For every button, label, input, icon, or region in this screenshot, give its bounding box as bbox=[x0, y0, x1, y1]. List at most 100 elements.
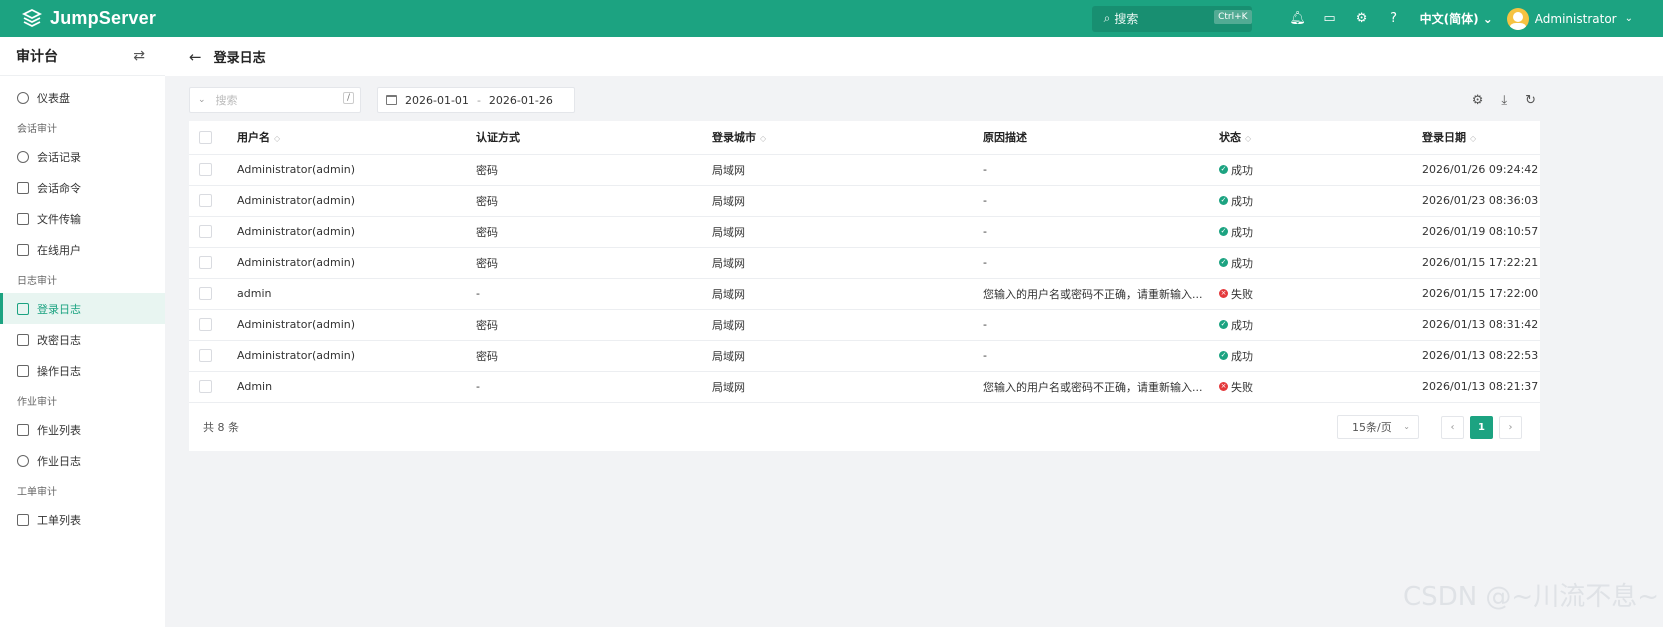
sidebar-item-label: 仪表盘 bbox=[37, 91, 70, 105]
column-label: 状态 bbox=[1219, 131, 1241, 145]
sidebar-item-file-transfer[interactable]: 文件传输 bbox=[0, 203, 165, 234]
sort-icon[interactable]: ◇ bbox=[1470, 134, 1476, 143]
cell-auth: 密码 bbox=[476, 185, 712, 217]
sidebar-item-label: 工单列表 bbox=[37, 513, 81, 527]
table-row[interactable]: Administrator(admin) 密码 局域网 - ✓ 成功 2026/01/26 … bbox=[189, 154, 1540, 186]
user-menu[interactable]: Administrator bbox=[1535, 12, 1617, 26]
column-header-username[interactable]: 用户名 ◇ bbox=[237, 121, 476, 155]
row-checkbox[interactable] bbox=[199, 349, 212, 363]
sort-icon[interactable]: ◇ bbox=[760, 134, 766, 143]
cell-reason: - bbox=[983, 154, 1219, 186]
column-header-city[interactable]: 登录城市 ◇ bbox=[712, 121, 983, 155]
sidebar-item-operation-log[interactable]: 操作日志 bbox=[0, 355, 165, 386]
cell-city: 局域网 bbox=[712, 371, 983, 403]
column-header-reason: 原因描述 bbox=[983, 121, 1219, 155]
sort-icon[interactable]: ◇ bbox=[1245, 134, 1251, 143]
swap-icon[interactable]: ⇄ bbox=[133, 48, 145, 64]
sidebar-title: 审计台 bbox=[16, 49, 58, 65]
sidebar-item-label: 作业列表 bbox=[37, 423, 81, 437]
check-circle-icon: ✓ bbox=[1219, 227, 1228, 237]
cell-username: Administrator(admin) bbox=[237, 185, 476, 217]
page-button-current[interactable]: 1 bbox=[1470, 415, 1493, 439]
table-header-row: 用户名 ◇ 认证方式 登录城市 ◇ 原因描述 状态 ◇ 登录日期 ◇ bbox=[189, 121, 1540, 155]
sidebar-item-job-log[interactable]: 作业日志 bbox=[0, 445, 165, 476]
checklist-icon bbox=[17, 423, 29, 436]
sidebar-item-session-records[interactable]: 会话记录 bbox=[0, 141, 165, 172]
date-separator: - bbox=[476, 93, 481, 107]
table-footer: 共 8 条 15条/页 ⌄ ‹ 1 › bbox=[189, 403, 1540, 452]
status-label: 失败 bbox=[1231, 287, 1253, 301]
refresh-icon[interactable]: ↻ bbox=[1525, 93, 1536, 108]
help-icon[interactable]: ? bbox=[1385, 10, 1403, 28]
date-end[interactable]: 2026-01-26 bbox=[489, 94, 553, 107]
avatar[interactable] bbox=[1506, 7, 1529, 30]
global-search-placeholder: 搜索 bbox=[1114, 12, 1139, 26]
check-circle-icon: ✓ bbox=[1219, 320, 1228, 330]
cell-status: × 失败 bbox=[1219, 371, 1422, 403]
table-row[interactable]: Administrator(admin) 密码 局域网 - ✓ 成功 2026/01/13 … bbox=[189, 309, 1540, 341]
sidebar-item-label: 改密日志 bbox=[37, 333, 81, 347]
cell-username: Administrator(admin) bbox=[237, 340, 476, 372]
language-switcher[interactable]: 中文(简体) ⌄ bbox=[1420, 10, 1493, 27]
sidebar-item-job-list[interactable]: 作业列表 bbox=[0, 414, 165, 445]
sidebar-item-dashboard[interactable]: 仪表盘 bbox=[0, 82, 165, 113]
row-checkbox[interactable] bbox=[199, 380, 212, 394]
row-checkbox[interactable] bbox=[199, 225, 212, 239]
row-checkbox[interactable] bbox=[199, 194, 212, 208]
terminal-icon[interactable]: ▭ bbox=[1321, 10, 1339, 28]
sidebar-item-label: 会话记录 bbox=[37, 150, 81, 164]
chevron-down-icon[interactable]: ⌄ bbox=[1625, 13, 1633, 24]
page-size-select[interactable]: 15条/页 ⌄ bbox=[1337, 415, 1419, 439]
link-icon bbox=[17, 150, 29, 163]
cell-auth: 密码 bbox=[476, 216, 712, 248]
filter-dropdown-icon[interactable]: ⌄ bbox=[198, 95, 206, 105]
table-row[interactable]: Administrator(admin) 密码 局域网 - ✓ 成功 2026/01/23 … bbox=[189, 185, 1540, 217]
table-row[interactable]: Administrator(admin) 密码 局域网 - ✓ 成功 2026/01/13 … bbox=[189, 340, 1540, 372]
table-row[interactable]: Administrator(admin) 密码 局域网 - ✓ 成功 2026/01/19 … bbox=[189, 216, 1540, 248]
cell-date: 2026/01/13 08:31:42 bbox=[1422, 309, 1540, 341]
settings-icon[interactable]: ⚙ bbox=[1353, 10, 1371, 28]
date-start[interactable]: 2026-01-01 bbox=[405, 94, 469, 107]
cell-username: Admin bbox=[237, 371, 476, 403]
table-row[interactable]: Administrator(admin) 密码 局域网 - ✓ 成功 2026/01/15 … bbox=[189, 247, 1540, 279]
search-key-hint: / bbox=[342, 92, 354, 104]
brand[interactable]: JumpServer bbox=[22, 8, 172, 29]
back-arrow-icon[interactable]: ← bbox=[189, 48, 202, 66]
download-icon[interactable]: ⤓ bbox=[1501, 93, 1507, 108]
row-checkbox[interactable] bbox=[199, 256, 212, 270]
row-checkbox[interactable] bbox=[199, 318, 212, 332]
check-circle-icon: ✓ bbox=[1219, 196, 1228, 206]
table-row[interactable]: admin - 局域网 您输入的用户名或密码不正确，请重新输入... × 失败 2026/0… bbox=[189, 278, 1540, 310]
column-header-status[interactable]: 状态 ◇ bbox=[1219, 121, 1422, 155]
date-range-picker[interactable]: 2026-01-01 - 2026-01-26 bbox=[377, 87, 575, 113]
sidebar-item-session-commands[interactable]: 会话命令 bbox=[0, 172, 165, 203]
sidebar-group-job: 作业审计 bbox=[17, 397, 57, 408]
sidebar-item-label: 在线用户 bbox=[37, 243, 81, 257]
global-search[interactable]: ⌕ 搜索 Ctrl+K bbox=[1091, 5, 1272, 32]
cell-reason: - bbox=[983, 340, 1219, 372]
sidebar-item-password-change-log[interactable]: 改密日志 bbox=[0, 324, 165, 355]
prev-page-button[interactable]: ‹ bbox=[1441, 415, 1464, 439]
sidebar-item-login-log[interactable]: 登录日志 bbox=[0, 293, 165, 324]
column-header-date[interactable]: 登录日期 ◇ bbox=[1422, 121, 1540, 155]
next-page-button[interactable]: › bbox=[1499, 415, 1522, 439]
cell-city: 局域网 bbox=[712, 216, 983, 248]
sort-icon[interactable]: ◇ bbox=[274, 134, 280, 143]
bell-icon[interactable]: 🔔︎ bbox=[1289, 10, 1307, 28]
table-row[interactable]: Admin - 局域网 您输入的用户名或密码不正确，请重新输入... × 失败 2026/0… bbox=[189, 371, 1540, 403]
sidebar-group-log: 日志审计 bbox=[17, 276, 57, 287]
sidebar-item-ticket-list[interactable]: 工单列表 bbox=[0, 504, 165, 535]
status-label: 成功 bbox=[1231, 256, 1253, 270]
login-icon bbox=[17, 302, 29, 315]
row-checkbox[interactable] bbox=[199, 163, 212, 177]
sidebar-item-online-users[interactable]: 在线用户 bbox=[0, 234, 165, 265]
select-all-checkbox[interactable] bbox=[199, 131, 212, 144]
search-icon: ⌕ bbox=[1103, 11, 1111, 25]
settings-icon[interactable]: ⚙ bbox=[1472, 93, 1484, 108]
row-checkbox[interactable] bbox=[199, 287, 212, 301]
search-input[interactable]: ⌄ 搜索 / bbox=[189, 87, 361, 113]
terminal-icon bbox=[17, 181, 29, 194]
page-header: ← 登录日志 bbox=[165, 37, 1663, 76]
cell-auth: 密码 bbox=[476, 247, 712, 279]
cell-auth: 密码 bbox=[476, 154, 712, 186]
